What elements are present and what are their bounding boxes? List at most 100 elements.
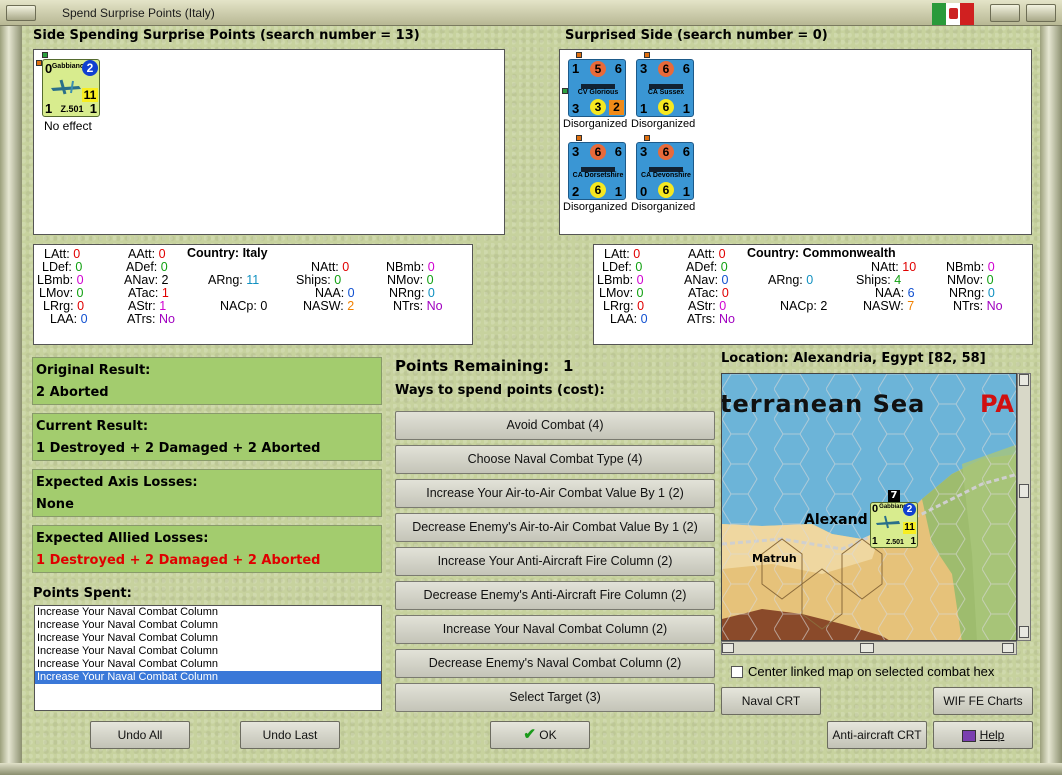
undo-last-button[interactable]: Undo Last bbox=[240, 721, 340, 749]
map-vertical-scrollbar[interactable] bbox=[1017, 373, 1031, 641]
minimize-button[interactable] bbox=[990, 4, 1020, 22]
scroll-down-arrow-icon[interactable] bbox=[1019, 626, 1029, 638]
unit-marker-icon bbox=[576, 52, 582, 58]
dialog-content: Side Spending Surprise Points (search nu… bbox=[22, 26, 1040, 763]
increase-air-to-air-button[interactable]: Increase Your Air-to-Air Combat Value By… bbox=[395, 479, 715, 508]
list-item[interactable]: Increase Your Naval Combat Column bbox=[35, 632, 381, 645]
naval-unit-counter[interactable]: 1 5 6 CV Glorious 3 3 2 bbox=[568, 59, 626, 117]
stat-value: 0 bbox=[80, 312, 88, 326]
window-frame-left bbox=[0, 26, 22, 766]
stat-label: LAtt: bbox=[44, 247, 70, 261]
decrease-enemy-air-to-air-button[interactable]: Decrease Enemy's Air-to-Air Combat Value… bbox=[395, 513, 715, 542]
original-result-panel: Original Result: 2 Aborted bbox=[32, 357, 382, 405]
unit-status: No effect bbox=[44, 119, 92, 133]
counter-value: 2 bbox=[903, 503, 916, 516]
scroll-thumb[interactable] bbox=[860, 643, 874, 653]
counter-value: 3 bbox=[640, 144, 648, 159]
map-horizontal-scrollbar[interactable] bbox=[721, 641, 1017, 655]
list-item[interactable]: Increase Your Naval Combat Column bbox=[35, 645, 381, 658]
map-city-label: Alexand bbox=[804, 512, 868, 528]
list-item[interactable]: Increase Your Naval Combat Column bbox=[35, 658, 381, 671]
country-label: Country: bbox=[187, 246, 240, 260]
stat-label: LRrg: bbox=[43, 299, 74, 313]
scroll-left-arrow-icon[interactable] bbox=[722, 643, 734, 653]
points-remaining-value: 1 bbox=[563, 357, 574, 375]
stat-value: 0 bbox=[636, 286, 644, 300]
scroll-thumb[interactable] bbox=[1019, 484, 1029, 498]
stat-value: No bbox=[158, 312, 175, 326]
allied-losses-label: Expected Allied Losses: bbox=[36, 531, 209, 546]
avoid-combat-button[interactable]: Avoid Combat (4) bbox=[395, 411, 715, 440]
counter-value: 1 bbox=[572, 61, 580, 76]
naval-unit-counter[interactable]: 3 6 6 CA Devonshire 0 6 1 bbox=[636, 142, 694, 200]
anti-aircraft-crt-button[interactable]: Anti-aircraft CRT bbox=[827, 721, 927, 749]
axis-losses-label: Expected Axis Losses: bbox=[36, 475, 198, 490]
counter-value: 1 bbox=[682, 184, 690, 199]
choose-naval-combat-type-button[interactable]: Choose Naval Combat Type (4) bbox=[395, 445, 715, 474]
stat-value: 11 bbox=[246, 273, 260, 287]
points-spent-list[interactable]: Increase Your Naval Combat Column Increa… bbox=[34, 605, 382, 711]
stat-value: 0 bbox=[718, 247, 726, 261]
counter-value: 11 bbox=[903, 522, 916, 534]
scroll-right-arrow-icon[interactable] bbox=[1002, 643, 1014, 653]
checkmark-icon: ✔ bbox=[523, 726, 536, 743]
map-air-unit-counter[interactable]: 0 Gabbiano 2 11 1 Z.501 1 bbox=[870, 502, 918, 548]
ways-to-spend-label: Ways to spend points (cost): bbox=[395, 383, 605, 398]
linked-map[interactable]: terranean Sea PA Alexand Matruh 7 0 Gabb… bbox=[721, 373, 1017, 641]
scroll-up-arrow-icon[interactable] bbox=[1019, 374, 1029, 386]
close-button[interactable] bbox=[1026, 4, 1056, 22]
current-result-panel: Current Result: 1 Destroyed + 2 Damaged … bbox=[32, 413, 382, 461]
naval-unit-counter[interactable]: 3 6 6 CA Dorsetshire 2 6 1 bbox=[568, 142, 626, 200]
naval-crt-button[interactable]: Naval CRT bbox=[721, 687, 821, 715]
counter-value: 6 bbox=[682, 144, 690, 159]
surprised-units-box: 1 5 6 CV Glorious 3 3 2 Disorganized 3 6… bbox=[559, 49, 1032, 235]
axis-losses-value: None bbox=[36, 497, 74, 512]
stat-label: LMov: bbox=[39, 286, 74, 300]
stack-count-badge: 7 bbox=[888, 490, 900, 502]
stat-value: 0 bbox=[633, 247, 641, 261]
unit-status: Disorganized bbox=[631, 201, 696, 213]
window-frame-bottom bbox=[0, 763, 1062, 775]
system-menu-button[interactable] bbox=[6, 5, 36, 21]
unit-marker-icon bbox=[644, 135, 650, 141]
air-unit-counter[interactable]: 0 Gabbiano 2 11 1 Z.501 1 bbox=[42, 59, 100, 117]
decrease-enemy-anti-aircraft-button[interactable]: Decrease Enemy's Anti-Aircraft Fire Colu… bbox=[395, 581, 715, 610]
spending-side-heading: Side Spending Surprise Points (search nu… bbox=[33, 28, 420, 43]
counter-value: 6 bbox=[614, 144, 622, 159]
naval-unit-counter[interactable]: 3 6 6 CA Sussex 1 6 1 bbox=[636, 59, 694, 117]
counter-value: 6 bbox=[682, 61, 690, 76]
stat-value: 0 bbox=[342, 260, 350, 274]
stat-value: 1 bbox=[159, 299, 167, 313]
wif-fe-charts-button[interactable]: WIF FE Charts bbox=[933, 687, 1033, 715]
stat-value: 0 bbox=[347, 286, 355, 300]
counter-value: 2 bbox=[572, 184, 580, 199]
increase-anti-aircraft-button[interactable]: Increase Your Anti-Aircraft Fire Column … bbox=[395, 547, 715, 576]
allied-losses-value: 1 Destroyed + 2 Damaged + 2 Aborted bbox=[36, 553, 321, 568]
map-town-label: Matruh bbox=[752, 552, 797, 565]
stat-value: 0 bbox=[640, 312, 648, 326]
list-item[interactable]: Increase Your Naval Combat Column bbox=[35, 606, 381, 619]
undo-all-button[interactable]: Undo All bbox=[90, 721, 190, 749]
decrease-enemy-naval-combat-button[interactable]: Decrease Enemy's Naval Combat Column (2) bbox=[395, 649, 715, 678]
unit-name: CA Dorsetshire bbox=[572, 172, 624, 179]
counter-value: 2 bbox=[82, 60, 98, 76]
stat-value: 0 bbox=[426, 273, 434, 287]
points-spent-label: Points Spent: bbox=[33, 586, 132, 601]
stat-value: 0 bbox=[260, 299, 268, 313]
help-button[interactable]: Help bbox=[933, 721, 1033, 749]
stat-value: 0 bbox=[76, 273, 84, 287]
center-map-checkbox[interactable] bbox=[731, 666, 743, 678]
stat-value: 0 bbox=[637, 299, 645, 313]
list-item[interactable]: Increase Your Naval Combat Column bbox=[35, 619, 381, 632]
list-item-selected[interactable]: Increase Your Naval Combat Column bbox=[35, 671, 381, 684]
stat-label: LAA: bbox=[50, 312, 78, 326]
map-region-label: PA bbox=[980, 390, 1014, 418]
stat-value: 2 bbox=[347, 299, 355, 313]
increase-naval-combat-button[interactable]: Increase Your Naval Combat Column (2) bbox=[395, 615, 715, 644]
select-target-button[interactable]: Select Target (3) bbox=[395, 683, 715, 712]
counter-value: 6 bbox=[658, 61, 674, 77]
counter-value: 5 bbox=[590, 61, 606, 77]
stat-value: 0 bbox=[77, 299, 85, 313]
ok-button[interactable]: ✔ OK bbox=[490, 721, 590, 749]
unit-name: CV Glorious bbox=[577, 89, 619, 96]
